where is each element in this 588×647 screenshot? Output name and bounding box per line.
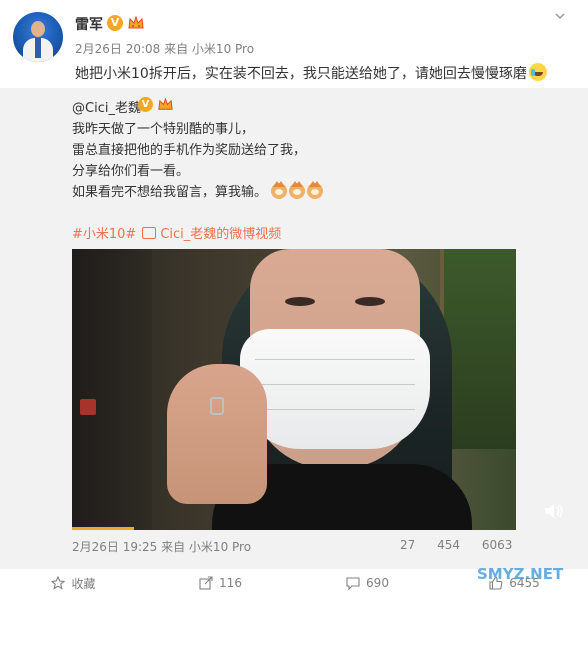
crown-icon [158, 97, 173, 110]
favorite-button[interactable]: 收藏 [0, 570, 147, 596]
video-person-eye [285, 297, 315, 306]
volume-icon[interactable] [543, 502, 565, 520]
favorite-label: 收藏 [71, 576, 96, 591]
laugh-cry-emoji-icon [528, 63, 547, 81]
repost-block: @Cici_老魏 V 我昨天做了一个特别酷的事儿， 雷总直接把他的手机作为奖励送… [0, 88, 588, 646]
repost-button[interactable]: 116 [147, 570, 294, 596]
star-icon [51, 576, 66, 590]
video-person-hand [167, 364, 267, 504]
comment-icon [346, 577, 360, 590]
comment-button[interactable]: 690 [294, 570, 441, 596]
mask-fold [255, 359, 415, 360]
video-link-icon [142, 227, 157, 239]
author-name[interactable]: 雷军 [75, 14, 103, 34]
watermark-brand: 电脑百事网 [448, 624, 554, 646]
cat-emoji-icon [307, 181, 324, 199]
repost-line: 雷总直接把他的手机作为奖励送给了我， [72, 143, 307, 158]
repost-count: 116 [219, 576, 242, 590]
video-person-eye [355, 297, 385, 306]
repost-forward-count[interactable]: 27 [400, 538, 415, 552]
topic-tag[interactable]: #小米10# [72, 227, 136, 242]
cat-emoji-icon [289, 181, 306, 199]
repost-author[interactable]: @Cici_老魏 [72, 97, 141, 116]
avatar-shirt [35, 38, 41, 58]
repost-action-counts: 27 454 6063 [400, 538, 530, 552]
video-player[interactable] [72, 249, 516, 530]
video-source-link[interactable]: Cici_老魏的微博视频 [160, 227, 281, 242]
weibo-card: 雷军 V 2月26日 20:08 来自 小米10 Pro 她把小米10拆开后，实… [0, 0, 588, 646]
repost-meta: 2月26日 19:25 来自 小米10 Pro [72, 540, 252, 554]
repost-like-count[interactable]: 6063 [482, 538, 513, 552]
chevron-down-icon[interactable] [552, 8, 568, 24]
verified-badge-icon: V [138, 97, 153, 112]
mask-fold [255, 384, 415, 385]
mask-fold [255, 409, 415, 410]
tag-row: #小米10# Cici_老魏的微博视频 [72, 223, 281, 242]
video-person-mask [240, 329, 430, 449]
repost-line: 我昨天做了一个特别酷的事儿， [72, 122, 255, 137]
video-background-sign [80, 399, 96, 415]
watermark-site: SMYZ.NET [477, 565, 564, 583]
cat-emoji-icon [271, 181, 288, 199]
video-background-door [72, 249, 152, 530]
share-icon [199, 576, 213, 590]
repost-line: 如果看完不想给我留言，算我输。 [72, 185, 268, 200]
avatar[interactable] [13, 12, 63, 62]
repost-line-with-emoji: 如果看完不想给我留言，算我输。 [72, 181, 325, 200]
repost-comment-count[interactable]: 454 [437, 538, 460, 552]
video-person-ring [210, 397, 224, 415]
post-text: 她把小米10拆开后，实在装不回去，我只能送给她了，请她回去慢慢琢磨 [75, 63, 547, 83]
avatar-head [31, 21, 45, 37]
video-progress-bar[interactable] [72, 527, 135, 530]
crown-icon [128, 15, 144, 29]
post-text-content: 她把小米10拆开后，实在装不回去，我只能送给她了，请她回去慢慢琢磨 [75, 66, 527, 82]
repost-line: 分享给你们看一看。 [72, 164, 190, 179]
verified-badge-icon: V [107, 15, 123, 31]
post-meta: 2月26日 20:08 来自 小米10 Pro [75, 42, 255, 56]
comment-count: 690 [366, 576, 389, 590]
